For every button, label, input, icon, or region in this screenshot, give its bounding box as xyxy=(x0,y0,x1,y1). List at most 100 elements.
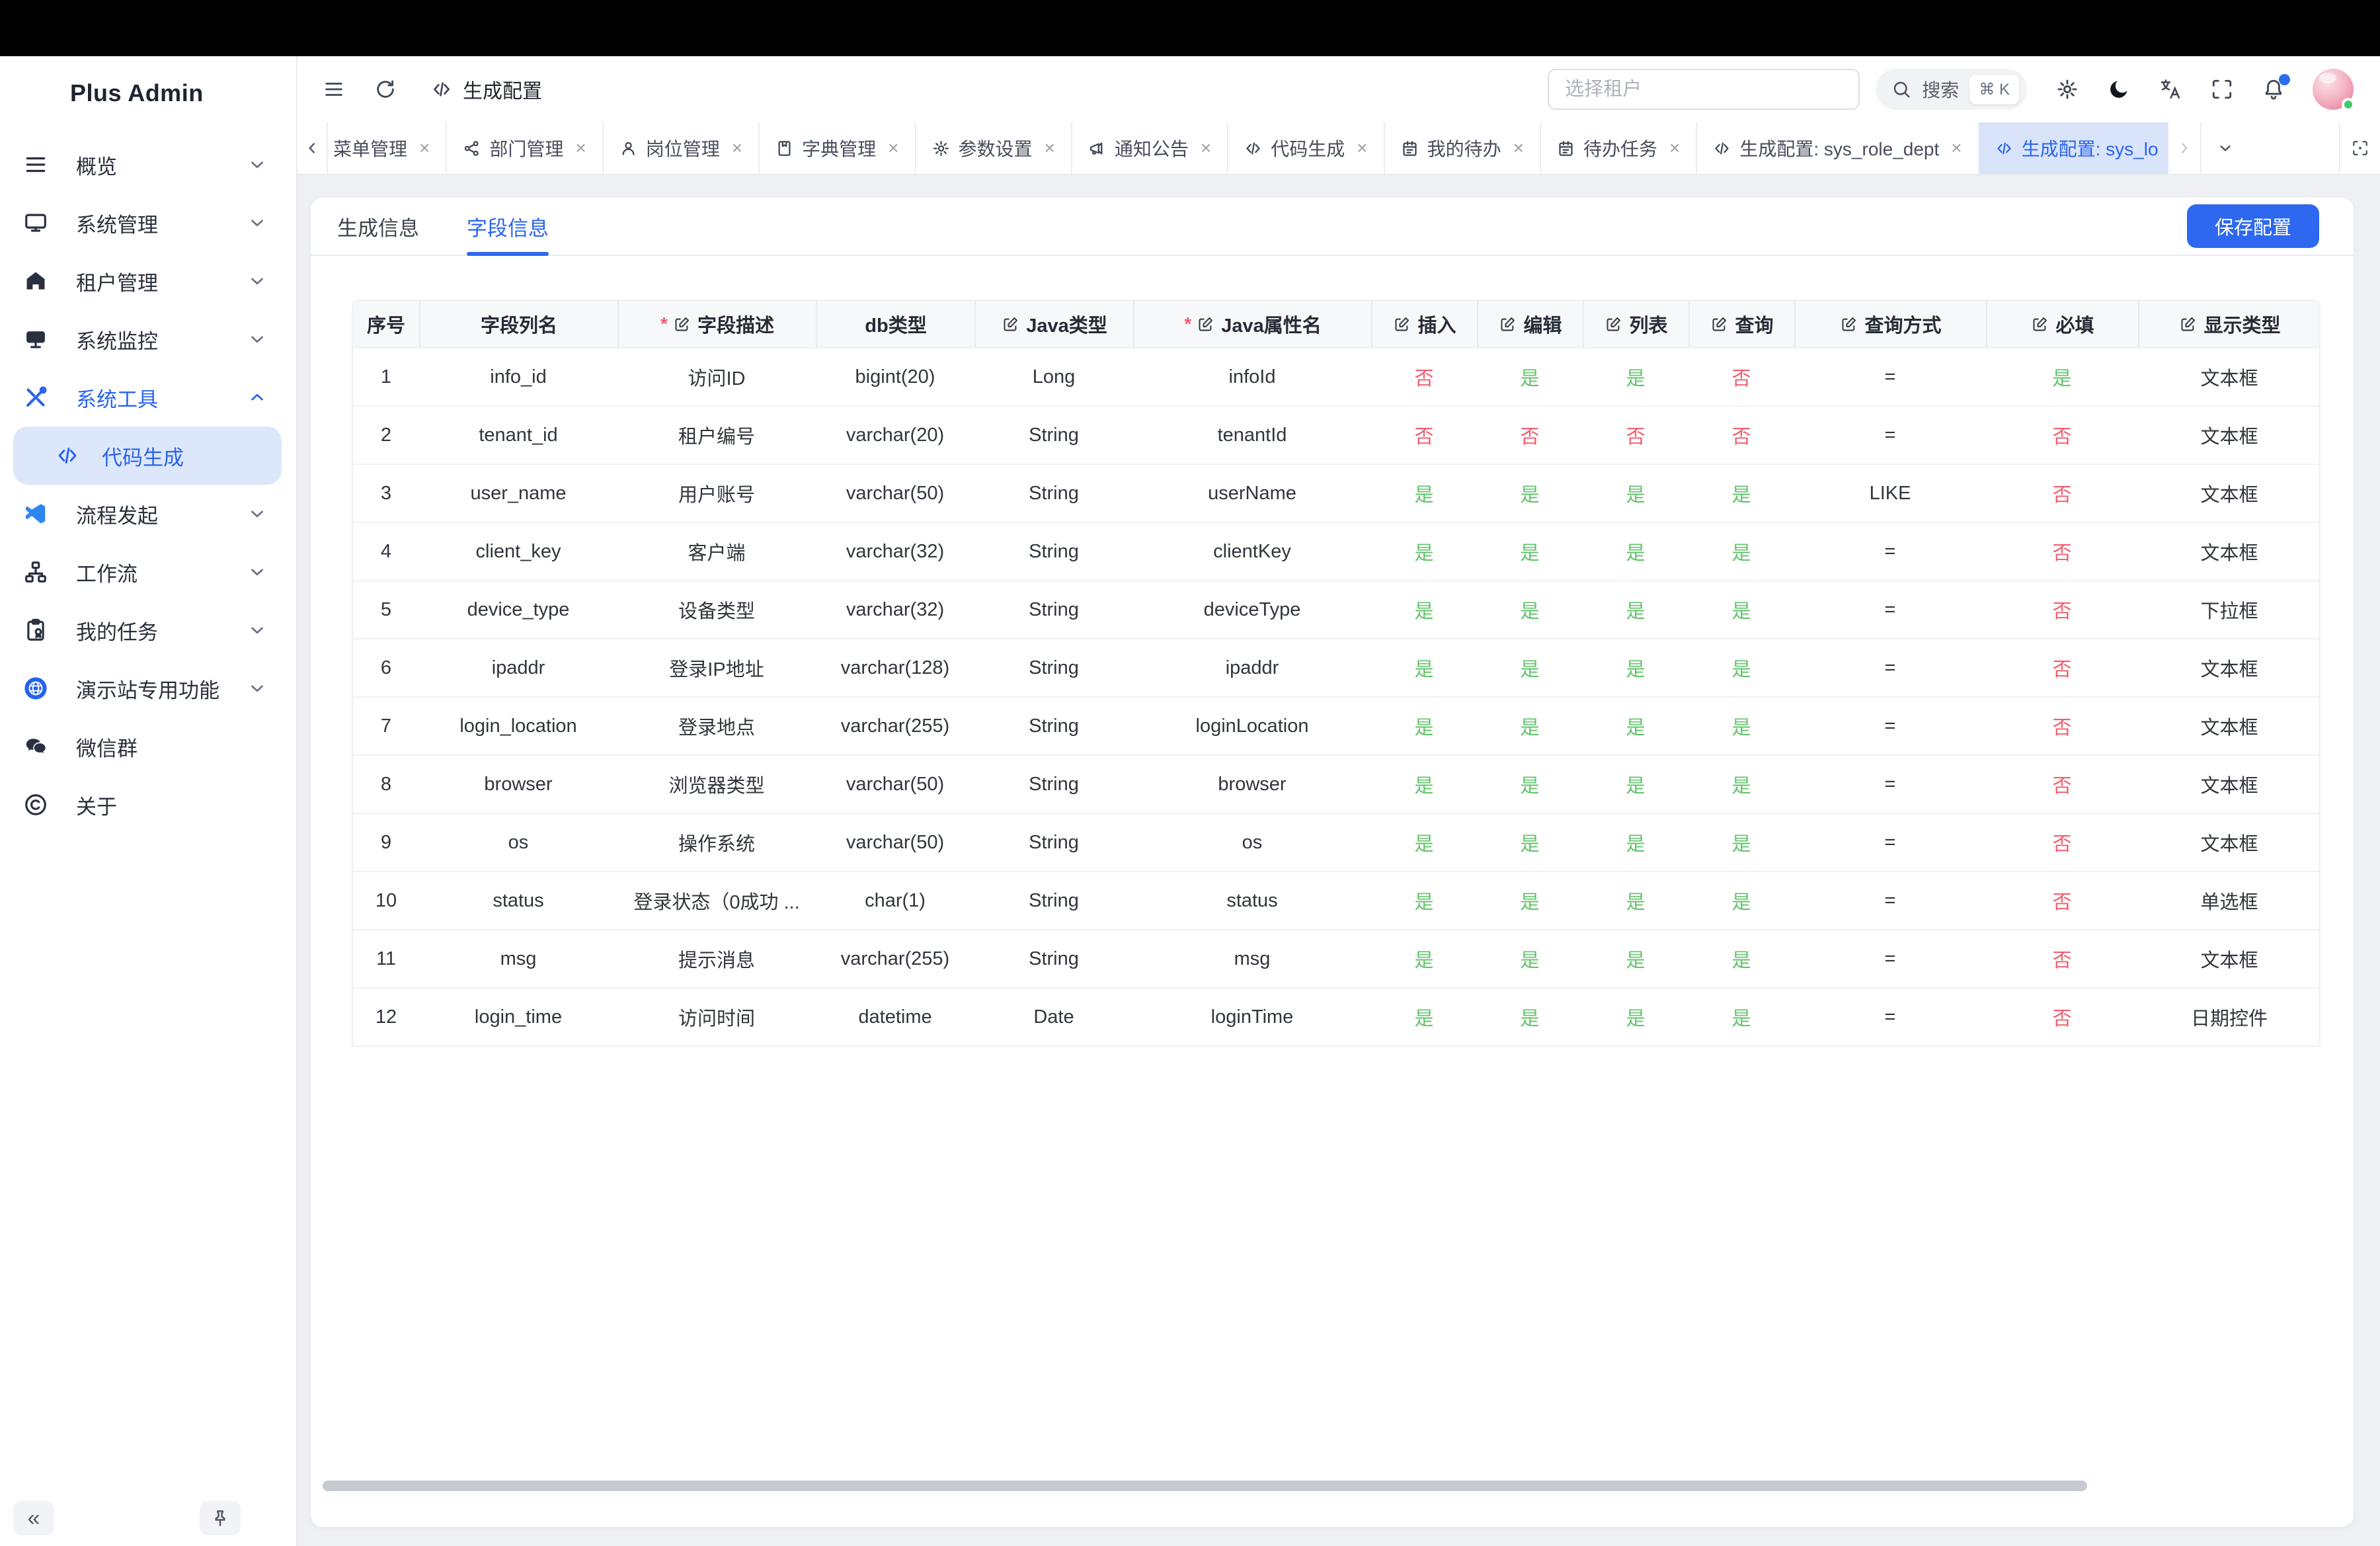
edit-icon[interactable] xyxy=(1605,315,1622,333)
sidebar-item-system-tools[interactable]: 系统工具 xyxy=(0,368,296,427)
cell-column-name[interactable]: device_type xyxy=(419,581,617,638)
translate-icon[interactable] xyxy=(2159,78,2182,101)
cell-query-flag[interactable]: 否 xyxy=(1688,348,1794,405)
tab-department-management[interactable]: 部门管理 × xyxy=(447,122,603,174)
edit-icon[interactable] xyxy=(2179,315,2197,333)
cell-field-desc[interactable]: 登录IP地址 xyxy=(617,639,816,696)
cell-display-type[interactable]: 日期控件 xyxy=(2138,989,2320,1045)
cell-insert-flag[interactable]: 是 xyxy=(1371,872,1477,929)
cell-insert-flag[interactable]: 是 xyxy=(1371,756,1477,813)
edit-icon[interactable] xyxy=(1002,315,1019,333)
cell-java-attr[interactable]: deviceType xyxy=(1133,581,1371,638)
tabs-scroll-right-button[interactable] xyxy=(2168,122,2202,174)
cell-required-flag[interactable]: 否 xyxy=(1986,523,2138,580)
save-config-button[interactable]: 保存配置 xyxy=(2187,204,2319,248)
cell-required-flag[interactable]: 否 xyxy=(1986,465,2138,522)
cell-edit-flag[interactable]: 是 xyxy=(1477,581,1583,638)
cell-java-attr[interactable]: status xyxy=(1133,872,1371,929)
cell-insert-flag[interactable]: 是 xyxy=(1371,930,1477,987)
cell-list-flag[interactable]: 是 xyxy=(1583,523,1688,580)
cell-display-type[interactable]: 文本框 xyxy=(2138,756,2320,813)
cell-query-type[interactable]: = xyxy=(1794,581,1986,638)
cell-query-flag[interactable]: 是 xyxy=(1688,581,1794,638)
cell-java-attr[interactable]: clientKey xyxy=(1133,523,1371,580)
cell-edit-flag[interactable]: 是 xyxy=(1477,698,1583,754)
sidebar-item-demo-features[interactable]: 演示站专用功能 xyxy=(0,659,296,717)
cell-required-flag[interactable]: 否 xyxy=(1986,814,2138,871)
cell-query-flag[interactable]: 否 xyxy=(1688,407,1794,464)
tab-menu-management[interactable]: 菜单管理 × xyxy=(328,122,447,174)
cell-java-type[interactable]: String xyxy=(974,639,1133,696)
cell-java-type[interactable]: Long xyxy=(974,348,1133,405)
cell-field-desc[interactable]: 访问时间 xyxy=(617,989,816,1045)
cell-list-flag[interactable]: 是 xyxy=(1583,814,1688,871)
close-icon[interactable]: × xyxy=(1201,139,1211,157)
cell-display-type[interactable]: 单选框 xyxy=(2138,872,2320,929)
cell-insert-flag[interactable]: 是 xyxy=(1371,581,1477,638)
edit-icon[interactable] xyxy=(1840,315,1858,333)
cell-column-name[interactable]: login_time xyxy=(419,989,617,1045)
cell-field-desc[interactable]: 客户端 xyxy=(617,523,816,580)
edit-icon[interactable] xyxy=(2031,315,2049,333)
edit-icon[interactable] xyxy=(673,315,691,333)
cell-edit-flag[interactable]: 是 xyxy=(1477,930,1583,987)
sidebar-item-tenant-management[interactable]: 租户管理 xyxy=(0,252,296,310)
tab-field-info[interactable]: 字段信息 xyxy=(467,198,549,255)
cell-display-type[interactable]: 文本框 xyxy=(2138,814,2320,871)
cell-query-type[interactable]: = xyxy=(1794,989,1986,1045)
cell-list-flag[interactable]: 是 xyxy=(1583,872,1688,929)
tab-notice[interactable]: 通知公告 × xyxy=(1072,122,1228,174)
fullscreen-icon[interactable] xyxy=(2211,78,2233,101)
cell-query-flag[interactable]: 是 xyxy=(1688,756,1794,813)
cell-edit-flag[interactable]: 是 xyxy=(1477,989,1583,1045)
edit-icon[interactable] xyxy=(1197,315,1214,333)
sidebar-item-code-generation[interactable]: 代码生成 xyxy=(13,427,282,485)
dark-mode-moon-icon[interactable] xyxy=(2108,78,2130,101)
cell-query-type[interactable]: = xyxy=(1794,930,1986,987)
cell-list-flag[interactable]: 是 xyxy=(1583,930,1688,987)
search-button[interactable]: 搜索 ⌘ K xyxy=(1876,69,2027,110)
cell-java-type[interactable]: String xyxy=(974,872,1133,929)
cell-display-type[interactable]: 文本框 xyxy=(2138,407,2320,464)
cell-field-desc[interactable]: 提示消息 xyxy=(617,930,816,987)
cell-column-name[interactable]: os xyxy=(419,814,617,871)
cell-field-desc[interactable]: 租户编号 xyxy=(617,407,816,464)
pin-sidebar-button[interactable] xyxy=(200,1501,241,1535)
cell-query-flag[interactable]: 是 xyxy=(1688,814,1794,871)
cell-java-attr[interactable]: os xyxy=(1133,814,1371,871)
cell-query-type[interactable]: LIKE xyxy=(1794,465,1986,522)
sidebar-item-about[interactable]: 关于 xyxy=(0,776,296,834)
close-icon[interactable]: × xyxy=(1669,139,1680,157)
cell-required-flag[interactable]: 否 xyxy=(1986,989,2138,1045)
cell-insert-flag[interactable]: 是 xyxy=(1371,698,1477,754)
cell-query-flag[interactable]: 是 xyxy=(1688,989,1794,1045)
cell-list-flag[interactable]: 是 xyxy=(1583,756,1688,813)
cell-java-attr[interactable]: tenantId xyxy=(1133,407,1371,464)
cell-edit-flag[interactable]: 是 xyxy=(1477,348,1583,405)
cell-required-flag[interactable]: 是 xyxy=(1986,348,2138,405)
cell-column-name[interactable]: status xyxy=(419,872,617,929)
sidebar-item-overview[interactable]: 概览 xyxy=(0,136,296,194)
close-icon[interactable]: × xyxy=(732,139,742,157)
cell-required-flag[interactable]: 否 xyxy=(1986,872,2138,929)
tenant-select-input[interactable] xyxy=(1548,69,1860,110)
cell-field-desc[interactable]: 登录地点 xyxy=(617,698,816,754)
hamburger-menu-icon[interactable] xyxy=(323,78,345,101)
cell-field-desc[interactable]: 访问ID xyxy=(617,348,816,405)
cell-java-type[interactable]: String xyxy=(974,756,1133,813)
tab-generate-info[interactable]: 生成信息 xyxy=(337,198,419,255)
cell-field-desc[interactable]: 操作系统 xyxy=(617,814,816,871)
cell-column-name[interactable]: user_name xyxy=(419,465,617,522)
cell-java-attr[interactable]: ipaddr xyxy=(1133,639,1371,696)
cell-insert-flag[interactable]: 是 xyxy=(1371,523,1477,580)
close-icon[interactable]: × xyxy=(575,139,586,157)
cell-query-flag[interactable]: 是 xyxy=(1688,523,1794,580)
cell-query-type[interactable]: = xyxy=(1794,639,1986,696)
tab-param-settings[interactable]: 参数设置 × xyxy=(916,122,1072,174)
close-icon[interactable]: × xyxy=(1951,139,1962,157)
tab-gen-config-sys-role-dept[interactable]: 生成配置: sys_role_dept × xyxy=(1697,122,1979,174)
cell-query-flag[interactable]: 是 xyxy=(1688,930,1794,987)
cell-required-flag[interactable]: 否 xyxy=(1986,698,2138,754)
cell-column-name[interactable]: login_location xyxy=(419,698,617,754)
cell-java-attr[interactable]: msg xyxy=(1133,930,1371,987)
